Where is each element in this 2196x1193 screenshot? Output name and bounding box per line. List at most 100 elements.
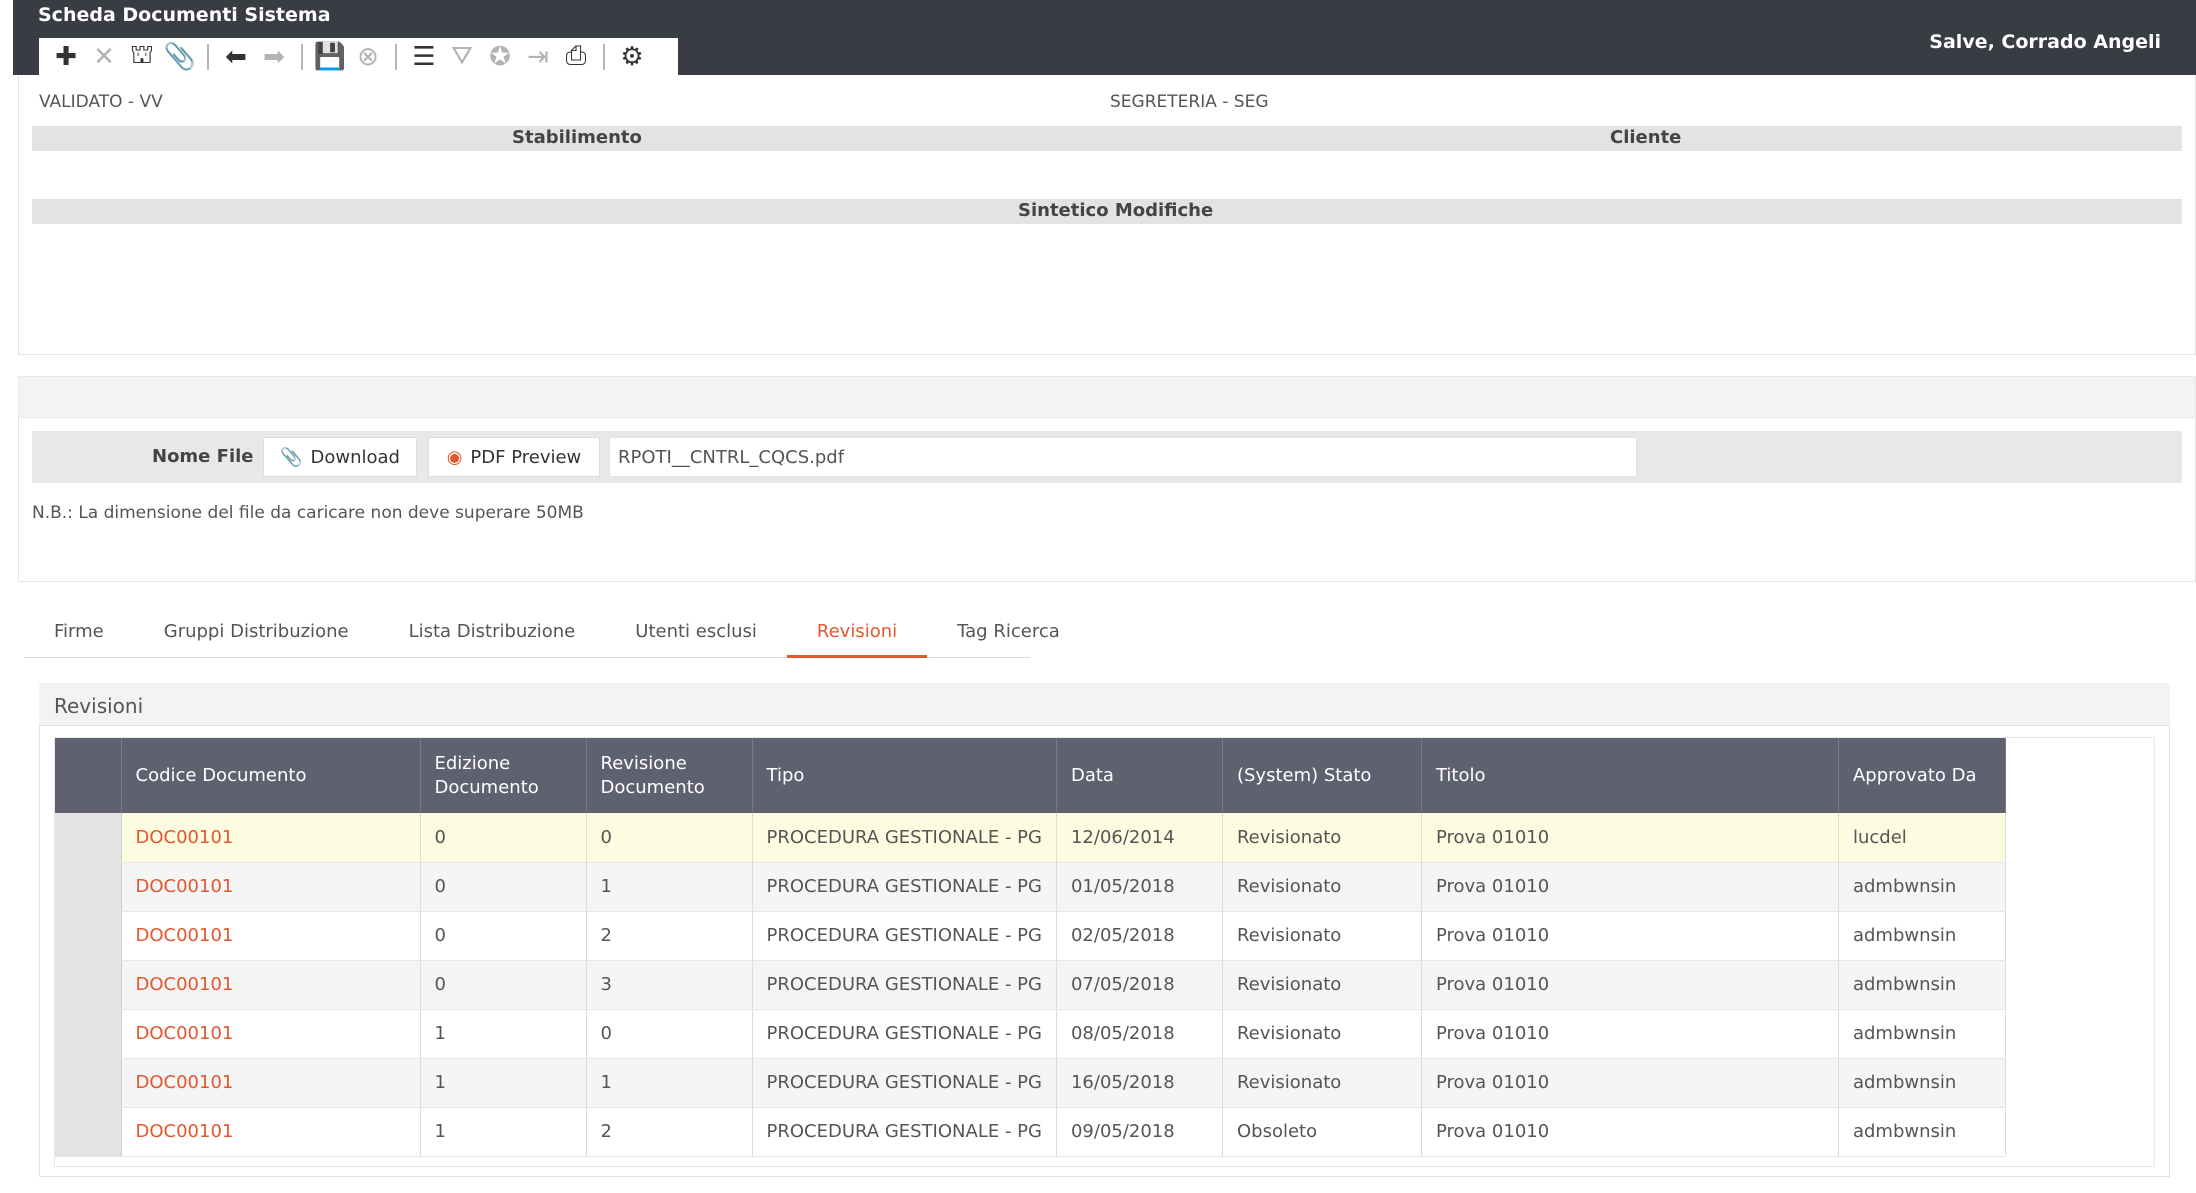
column-header[interactable]: Edizione Documento — [420, 738, 587, 813]
gear-icon[interactable]: ⚙ — [613, 38, 651, 75]
toolbar-separator — [395, 43, 397, 70]
table-cell: Prova 01010 — [1421, 813, 1839, 863]
file-label: Nome File — [152, 446, 254, 467]
table-row[interactable]: DOC00101 0 2 PROCEDURA GESTIONALE - PG 02/05… — [55, 911, 2006, 961]
table-cell: 0 — [586, 1009, 753, 1059]
table-cell: 3 — [586, 960, 753, 1010]
plus-icon[interactable]: ✚ — [47, 38, 85, 75]
file-size-note: N.B.: La dimensione del file da caricare… — [32, 503, 584, 523]
table-cell: 1 — [420, 1009, 587, 1059]
column-header[interactable]: (System) Stato — [1222, 738, 1422, 813]
table-cell: 08/05/2018 — [1056, 1009, 1223, 1059]
table-row[interactable]: DOC00101 0 0 PROCEDURA GESTIONALE - PG 12/06… — [55, 813, 2006, 863]
table-cell: Prova 01010 — [1421, 862, 1839, 912]
row-selector[interactable] — [55, 813, 122, 863]
table-cell: 0 — [420, 862, 587, 912]
table-cell: 0 — [420, 813, 587, 863]
export-icon: ⇥ — [527, 41, 549, 72]
row-selector[interactable] — [55, 1107, 122, 1157]
document-code-link[interactable]: DOC00101 — [121, 1009, 421, 1059]
toolbar: ✚ ✕ ⛫ 📎 ⬅ ➡ 💾 ⊗ ☰ ⛛ ✪ ⇥ ⎙ ⚙ — [39, 38, 678, 75]
column-header[interactable]: Data — [1056, 738, 1223, 813]
document-code-link[interactable]: DOC00101 — [121, 1058, 421, 1108]
table-cell: admbwnsin — [1838, 1058, 2006, 1108]
paperclip-icon[interactable]: 📎 — [161, 38, 199, 75]
table-cell: PROCEDURA GESTIONALE - PG — [752, 1058, 1057, 1108]
app-header: Scheda Documenti Sistema Salve, Corrado … — [13, 0, 2196, 75]
document-code-link[interactable]: DOC00101 — [121, 911, 421, 961]
row-selector[interactable] — [55, 862, 122, 912]
table-row[interactable]: DOC00101 0 3 PROCEDURA GESTIONALE - PG 07/05… — [55, 960, 2006, 1010]
eye-icon: ◉ — [446, 446, 463, 468]
table-cell: 0 — [586, 813, 753, 863]
pdf-preview-label: PDF Preview — [470, 446, 582, 468]
table-cell: Obsoleto — [1222, 1107, 1422, 1157]
row-selector[interactable] — [55, 1058, 122, 1108]
table-cell: PROCEDURA GESTIONALE - PG — [752, 862, 1057, 912]
table-row[interactable]: DOC00101 1 1 PROCEDURA GESTIONALE - PG 16/05… — [55, 1058, 2006, 1108]
table-cell: Revisionato — [1222, 960, 1422, 1010]
table-cell: 02/05/2018 — [1056, 911, 1223, 961]
tab-gruppi-distribuzione[interactable]: Gruppi Distribuzione — [134, 610, 379, 658]
column-header[interactable]: Titolo — [1421, 738, 1839, 813]
column-header[interactable]: Approvato Da — [1838, 738, 2006, 813]
section-divider — [18, 376, 2196, 418]
stabilimento-label: Stabilimento — [512, 127, 642, 148]
document-code-link[interactable]: DOC00101 — [121, 813, 421, 863]
table-cell: admbwnsin — [1838, 960, 2006, 1010]
tab-revisioni[interactable]: Revisioni — [786, 610, 928, 658]
paperclip-icon: 📎 — [280, 446, 303, 468]
cliente-label: Cliente — [1610, 127, 1682, 148]
row-selector[interactable] — [55, 1009, 122, 1059]
document-code-link[interactable]: DOC00101 — [121, 1107, 421, 1157]
download-button[interactable]: 📎 Download — [263, 437, 417, 477]
tab-lista-distribuzione[interactable]: Lista Distribuzione — [379, 610, 606, 658]
table-cell: 1 — [586, 862, 753, 912]
table-cell: Prova 01010 — [1421, 1009, 1839, 1059]
column-header[interactable]: Codice Documento — [121, 738, 421, 813]
sintetico-band: Sintetico Modifiche — [32, 199, 2182, 224]
document-code-link[interactable]: DOC00101 — [121, 960, 421, 1010]
download-label: Download — [310, 446, 400, 468]
sintetico-label: Sintetico Modifiche — [1018, 200, 1214, 221]
cancel-icon: ⊗ — [357, 41, 379, 72]
app-title: Scheda Documenti Sistema — [38, 4, 331, 26]
table-cell: Revisionato — [1222, 1058, 1422, 1108]
list-icon[interactable]: ☰ — [405, 38, 443, 75]
table-row[interactable]: DOC00101 0 1 PROCEDURA GESTIONALE - PG 01/05… — [55, 862, 2006, 912]
stabilimento-cliente-band: Stabilimento Cliente — [32, 126, 2182, 151]
table-cell: 16/05/2018 — [1056, 1058, 1223, 1108]
row-selector[interactable] — [55, 960, 122, 1010]
table-row[interactable]: DOC00101 1 0 PROCEDURA GESTIONALE - PG 08/05… — [55, 1009, 2006, 1059]
toolbar-separator — [207, 43, 209, 70]
save-icon: 💾 — [313, 41, 347, 72]
table-cell: Revisionato — [1222, 813, 1422, 863]
print-icon[interactable]: ⎙ — [557, 38, 595, 75]
hierarchy-icon[interactable]: ⛫ — [123, 38, 161, 75]
table-cell: 2 — [586, 911, 753, 961]
table-cell: 01/05/2018 — [1056, 862, 1223, 912]
column-header[interactable]: Revisione Documento — [586, 738, 753, 813]
row-selector[interactable] — [55, 911, 122, 961]
table-cell: admbwnsin — [1838, 1009, 2006, 1059]
document-code-link[interactable]: DOC00101 — [121, 862, 421, 912]
tab-utenti-esclusi[interactable]: Utenti esclusi — [605, 610, 787, 658]
row-selector-header — [55, 738, 122, 813]
filename-field[interactable] — [609, 437, 1637, 477]
table-cell: Prova 01010 — [1421, 1107, 1839, 1157]
tab-firme[interactable]: Firme — [24, 610, 134, 658]
column-header[interactable]: Tipo — [752, 738, 1057, 813]
tab-tag-ricerca[interactable]: Tag Ricerca — [927, 610, 1090, 658]
pdf-preview-button[interactable]: ◉ PDF Preview — [428, 437, 600, 477]
table-cell: admbwnsin — [1838, 1107, 2006, 1157]
table-row[interactable]: DOC00101 1 2 PROCEDURA GESTIONALE - PG 09/05… — [55, 1107, 2006, 1157]
table-cell: 2 — [586, 1107, 753, 1157]
table-cell: PROCEDURA GESTIONALE - PG — [752, 960, 1057, 1010]
table-cell: PROCEDURA GESTIONALE - PG — [752, 911, 1057, 961]
table-cell: 0 — [420, 960, 587, 1010]
table-cell: PROCEDURA GESTIONALE - PG — [752, 1009, 1057, 1059]
table-cell: 0 — [420, 911, 587, 961]
arrow-left-icon[interactable]: ⬅ — [217, 38, 255, 75]
table-cell: Prova 01010 — [1421, 960, 1839, 1010]
table-cell: 12/06/2014 — [1056, 813, 1223, 863]
